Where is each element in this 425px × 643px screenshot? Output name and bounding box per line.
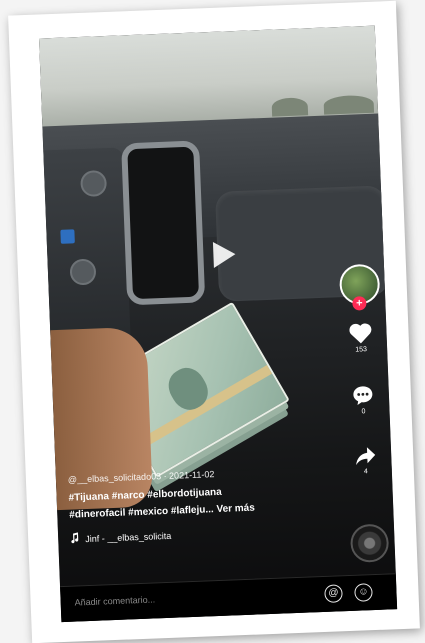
post-hashtags: #Tijuana #narco #elbordotijuana #dinerof… [68, 479, 339, 523]
play-icon[interactable] [212, 241, 236, 268]
video-screen[interactable]: + 153 0 4 @__elbas_solicitado03 · 2021-1… [38, 25, 398, 623]
share-icon [345, 446, 386, 468]
post-caption: @__elbas_solicitado03 · 2021-11-02 #Tiju… [68, 464, 341, 545]
comment-input[interactable]: Añadir comentario... [74, 594, 155, 607]
video-tree [323, 94, 375, 115]
video-tree [271, 97, 309, 117]
video-console [43, 147, 131, 351]
video-display-light [60, 229, 75, 244]
video-air-vent [121, 140, 206, 306]
mention-icon[interactable]: @ [324, 584, 343, 603]
printed-screenshot-frame: + 153 0 4 @__elbas_solicitado03 · 2021-1… [8, 0, 420, 643]
share-button[interactable]: 4 [345, 446, 386, 477]
video-knob [69, 258, 97, 286]
heart-icon [340, 322, 381, 346]
like-button[interactable]: 153 [340, 322, 381, 355]
comment-icon [343, 384, 384, 408]
music-note-icon [70, 532, 79, 545]
video-knob [80, 170, 108, 198]
comment-button[interactable]: 0 [343, 384, 384, 417]
emoji-icon[interactable]: ☺ [354, 583, 373, 602]
sound-name: Jinf - __elbas_solicita [85, 530, 172, 544]
